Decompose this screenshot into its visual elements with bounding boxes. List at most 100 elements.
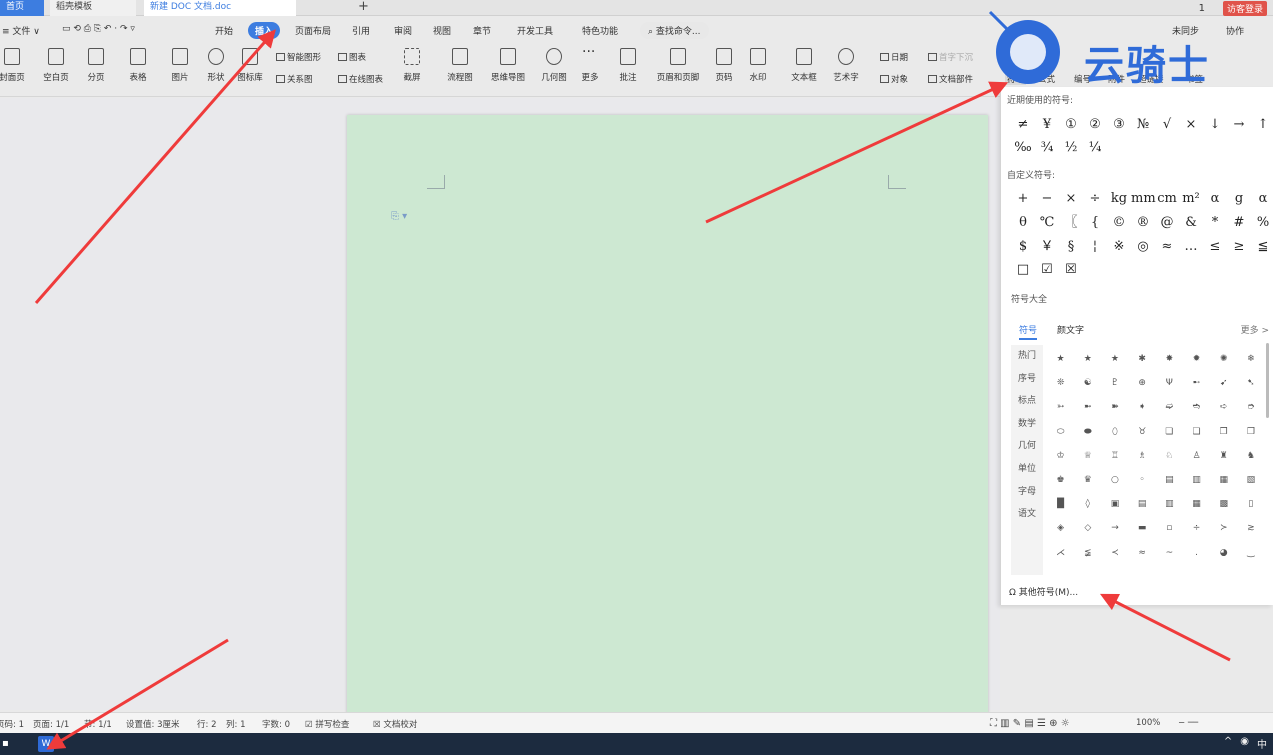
- symbol-grid-cell[interactable]: ❄: [1237, 347, 1264, 371]
- symbol-cell[interactable]: ↑: [1251, 114, 1273, 136]
- symbol-grid-cell[interactable]: ▩: [1210, 492, 1237, 516]
- icon-library-button[interactable]: 图标库: [228, 48, 272, 83]
- symbol-grid-cell[interactable]: ♚: [1047, 468, 1074, 492]
- symbol-cell[interactable]: →: [1227, 114, 1251, 136]
- tab-symbols[interactable]: 符号: [1019, 323, 1038, 340]
- symbol-grid-cell[interactable]: ▬: [1129, 516, 1156, 540]
- blank-page-button[interactable]: 空白页: [34, 48, 78, 83]
- zoom-slider[interactable]: − ──: [1178, 718, 1198, 728]
- symbol-grid-cell[interactable]: ♉: [1129, 420, 1156, 444]
- online-chart-button[interactable]: 在线图表: [338, 73, 383, 85]
- symbol-grid-cell[interactable]: ❒: [1237, 420, 1264, 444]
- tray-arrow-icon[interactable]: ^: [1224, 736, 1232, 751]
- symbol-cell[interactable]: ☑: [1035, 259, 1059, 281]
- page-break-button[interactable]: 分页: [74, 48, 118, 83]
- symbol-grid-cell[interactable]: ≺: [1101, 541, 1128, 565]
- symbol-cell[interactable]: $: [1011, 236, 1035, 258]
- watermark-button[interactable]: 水印: [736, 48, 780, 83]
- symbol-cell[interactable]: ☒: [1059, 259, 1083, 281]
- symbol-cell[interactable]: ※: [1107, 236, 1131, 258]
- category-item[interactable]: 字母: [1011, 481, 1043, 504]
- flowchart-button[interactable]: 流程图: [438, 48, 482, 83]
- symbol-grid-cell[interactable]: ❑: [1183, 420, 1210, 444]
- symbol-grid-cell[interactable]: ➪: [1210, 395, 1237, 419]
- search-command-input[interactable]: ⌕ 查找命令...: [640, 22, 709, 39]
- relation-button[interactable]: 关系图: [276, 73, 313, 85]
- symbol-cell[interactable]: ②: [1083, 114, 1107, 136]
- symbol-cell[interactable]: ‰: [1011, 137, 1035, 159]
- symbol-grid-cell[interactable]: ▣: [1101, 492, 1128, 516]
- symbol-grid-cell[interactable]: ⬬: [1074, 420, 1101, 444]
- comment-button[interactable]: 批注: [606, 48, 650, 83]
- doc-proof-button[interactable]: ☒ 文档校对: [373, 718, 417, 730]
- symbol-grid-cell[interactable]: ≳: [1237, 516, 1264, 540]
- quick-access-icons[interactable]: ▭ ⟲ ⎙ ⎘ ↶ · ↷ ▿: [62, 24, 135, 34]
- symbol-cell[interactable]: α: [1251, 188, 1273, 210]
- table-button[interactable]: 表格: [116, 48, 160, 83]
- tab-template[interactable]: 稻壳模板: [50, 0, 136, 16]
- symbol-cell[interactable]: *: [1203, 212, 1227, 234]
- symbol-cell[interactable]: α: [1203, 188, 1227, 210]
- symbol-grid-cell[interactable]: ◈: [1047, 516, 1074, 540]
- status-words[interactable]: 字数: 0: [262, 718, 290, 730]
- symbol-grid-cell[interactable]: ♕: [1074, 444, 1101, 468]
- symbol-cell[interactable]: 〖: [1059, 212, 1083, 234]
- symbol-grid-cell[interactable]: ▧: [1237, 468, 1264, 492]
- symbol-grid-cell[interactable]: ~: [1156, 541, 1183, 565]
- symbol-cell[interactable]: №: [1131, 114, 1155, 136]
- symbol-grid-cell[interactable]: ▯: [1237, 492, 1264, 516]
- symbol-grid-cell[interactable]: ❏: [1156, 420, 1183, 444]
- tab-home[interactable]: 首页: [0, 0, 44, 16]
- symbol-cell[interactable]: ③: [1107, 114, 1131, 136]
- wordart-button[interactable]: 艺术字: [824, 48, 868, 83]
- new-tab-button[interactable]: +: [352, 0, 375, 16]
- symbol-cell[interactable]: ￥: [1035, 236, 1059, 258]
- file-menu[interactable]: ≡ 文件 ∨: [2, 24, 40, 37]
- wps-taskbar-icon[interactable]: W: [38, 736, 54, 752]
- symbol-cell[interactable]: ½: [1059, 137, 1083, 159]
- category-item[interactable]: 标点: [1011, 390, 1043, 413]
- symbol-cell[interactable]: #: [1227, 212, 1251, 234]
- status-page[interactable]: 页面: 1/1: [33, 718, 69, 730]
- symbol-cell[interactable]: □: [1011, 259, 1035, 281]
- windows-start-icon[interactable]: ▪: [2, 738, 9, 749]
- symbol-grid-cell[interactable]: ≨: [1074, 541, 1101, 565]
- symbol-cell[interactable]: §: [1059, 236, 1083, 258]
- symbol-grid-cell[interactable]: ÷: [1183, 516, 1210, 540]
- symbol-grid-cell[interactable]: ♔: [1047, 444, 1074, 468]
- menu-review[interactable]: 审阅: [394, 24, 412, 37]
- ime-indicator[interactable]: 中: [1257, 736, 1267, 751]
- symbol-grid-cell[interactable]: ◕: [1210, 541, 1237, 565]
- symbol-grid-cell[interactable]: ❊: [1047, 371, 1074, 395]
- symbol-cell[interactable]: m²: [1179, 188, 1203, 210]
- symbol-cell[interactable]: ©: [1107, 212, 1131, 234]
- symbol-grid-cell[interactable]: ➸: [1183, 371, 1210, 395]
- symbol-grid-cell[interactable]: ▥: [1156, 492, 1183, 516]
- tab-emoticons[interactable]: 颜文字: [1057, 323, 1084, 336]
- symbol-cell[interactable]: ①: [1059, 114, 1083, 136]
- symbol-cell[interactable]: %: [1251, 212, 1273, 234]
- symbol-grid-cell[interactable]: ♙: [1183, 444, 1210, 468]
- symbol-grid-cell[interactable]: →: [1101, 516, 1128, 540]
- symbol-grid-cell[interactable]: ★: [1101, 347, 1128, 371]
- symbol-cell[interactable]: ≈: [1155, 236, 1179, 258]
- symbol-grid-cell[interactable]: ➽: [1101, 395, 1128, 419]
- symbol-cell[interactable]: ¦: [1083, 236, 1107, 258]
- symbol-grid-cell[interactable]: ▥: [1183, 468, 1210, 492]
- menu-start[interactable]: 开始: [215, 24, 233, 37]
- symbol-cell[interactable]: ℃: [1035, 212, 1059, 234]
- category-item[interactable]: 数学: [1011, 413, 1043, 436]
- symbol-grid-cell[interactable]: ◇: [1074, 516, 1101, 540]
- document-page[interactable]: ⎘ ▾: [347, 115, 988, 715]
- symbol-grid-cell[interactable]: ♗: [1129, 444, 1156, 468]
- menu-view[interactable]: 视图: [433, 24, 451, 37]
- category-item[interactable]: 几何: [1011, 435, 1043, 458]
- category-item[interactable]: 单位: [1011, 458, 1043, 481]
- chart-button[interactable]: 图表: [338, 51, 366, 63]
- symbol-cell[interactable]: +: [1011, 188, 1035, 210]
- symbol-cell[interactable]: ÷: [1083, 188, 1107, 210]
- symbol-cell[interactable]: θ: [1011, 212, 1035, 234]
- symbol-grid-cell[interactable]: ▦: [1210, 468, 1237, 492]
- menu-page-layout[interactable]: 页面布局: [295, 24, 331, 37]
- symbol-grid-cell[interactable]: ◊: [1074, 492, 1101, 516]
